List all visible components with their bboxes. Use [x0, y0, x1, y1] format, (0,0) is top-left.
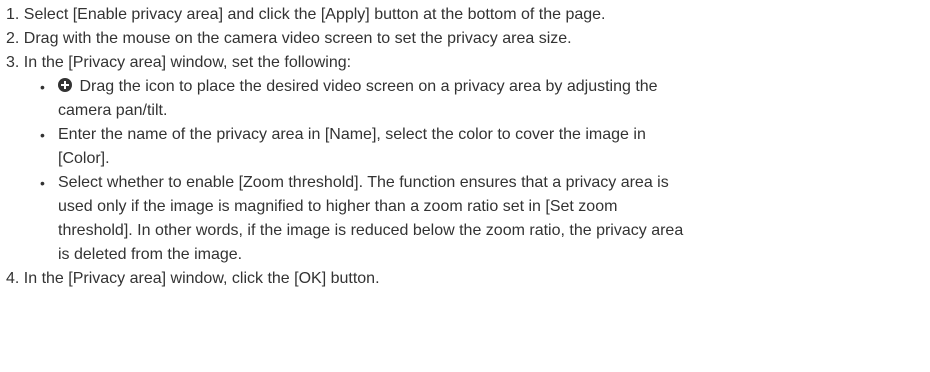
bullet-1-line-2: camera pan/tilt. [58, 102, 168, 119]
step-4: 4. In the [Privacy area] window, click t… [6, 270, 380, 287]
bullet-1-line-1: Drag the icon to place the desired video… [79, 78, 658, 95]
bullet-3-line-2: used only if the image is magnified to h… [58, 198, 618, 215]
bullet-3-line-3: threshold]. In other words, if the image… [58, 222, 684, 239]
step-2: 2. Drag with the mouse on the camera vid… [6, 30, 572, 47]
bullet-2-line-1: Enter the name of the privacy area in [N… [58, 126, 646, 143]
bullet-icon: • [40, 79, 45, 95]
bullet-3-line-1: Select whether to enable [Zoom threshold… [58, 174, 669, 191]
instructions-document: 1. Select [Enable privacy area] and clic… [0, 0, 916, 291]
move-icon [58, 78, 72, 92]
step-1: 1. Select [Enable privacy area] and clic… [6, 6, 606, 23]
step-3-options: • Drag the icon to place the desired vid… [6, 75, 916, 267]
bullet-2-line-2: [Color]. [58, 150, 110, 167]
list-item: • Select whether to enable [Zoom thresho… [36, 171, 918, 267]
list-item: • Enter the name of the privacy area in … [36, 123, 918, 171]
bullet-3-line-4: is deleted from the image. [58, 246, 243, 263]
list-item: • Drag the icon to place the desired vid… [36, 75, 918, 123]
bullet-icon: • [40, 175, 45, 191]
bullet-icon: • [40, 127, 45, 143]
step-3: 3. In the [Privacy area] window, set the… [6, 54, 352, 71]
